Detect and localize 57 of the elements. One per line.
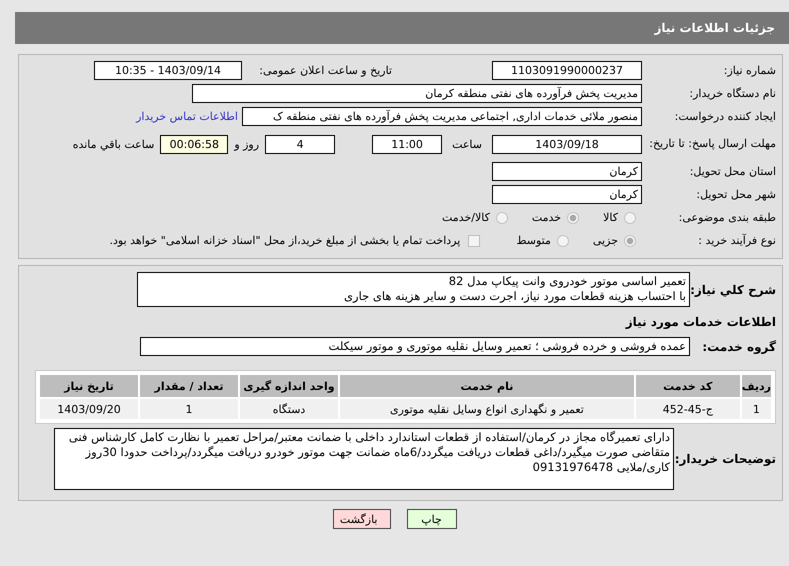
field-label: توضیحات خریدار: bbox=[674, 452, 777, 466]
print-button[interactable]: چاپ bbox=[406, 509, 456, 529]
column-header: تعداد / مقدار bbox=[140, 375, 238, 397]
radio-button[interactable] bbox=[624, 234, 636, 246]
payment-note: پرداخت تمام یا بخشی از مبلغ خرید،از محل "اسناد خزانه اسلامی" خواهد بود. bbox=[110, 234, 460, 247]
text-field[interactable]: مدیریت پخش فرآورده های نفتی منطقه کرمان bbox=[192, 84, 642, 103]
column-header: ردیف bbox=[742, 375, 771, 397]
option-label: متوسط bbox=[516, 234, 551, 247]
text-field[interactable]: 11:00 bbox=[372, 134, 442, 154]
field-label: استان محل تحویل: bbox=[688, 164, 777, 178]
radio-button[interactable] bbox=[624, 212, 636, 224]
text-field[interactable]: منصور ملائی خدمات اداری, اجتماعی مدیریت پخش فرآورده های نفتی منطقه ک bbox=[242, 107, 642, 126]
field-label: ساعت bbox=[452, 138, 482, 150]
text-field[interactable]: کرمان bbox=[492, 162, 642, 181]
field-label: شرح کلي نیاز: bbox=[690, 282, 777, 296]
table-cell: ج-45-452 bbox=[636, 399, 740, 419]
back-button[interactable]: بازگشت bbox=[332, 509, 390, 529]
field-label: نام دستگاه خریدار: bbox=[688, 86, 777, 100]
table-cell: دستگاه bbox=[240, 399, 338, 419]
field-label: شهر محل تحویل: bbox=[695, 188, 777, 202]
table-cell: 1 bbox=[742, 399, 771, 419]
service-group-field[interactable]: عمده فروشی و خرده فروشی ؛ تعمیر وسایل نقلیه موتوری و موتور سیکلت bbox=[140, 337, 690, 356]
field-label: روز و bbox=[234, 138, 260, 150]
option-label: کالا/خدمت bbox=[442, 211, 490, 224]
column-header: نام خدمت bbox=[340, 375, 634, 397]
field-label: نوع فرآیند خرید : bbox=[697, 234, 777, 248]
field-label: گروه خدمت: bbox=[701, 340, 777, 354]
checkbox[interactable] bbox=[468, 234, 480, 246]
field-label: تاریخ و ساعت اعلان عمومی: bbox=[258, 64, 392, 77]
field-label: مهلت ارسال پاسخ: تا تاریخ: bbox=[648, 137, 777, 151]
section-heading: اطلاعات خدمات مورد نیاز bbox=[624, 314, 777, 331]
field-label: ساعت باقي مانده bbox=[72, 138, 154, 150]
text-field[interactable]: 00:06:58 bbox=[160, 134, 228, 154]
page-title: جزئیات اطلاعات نیاز bbox=[15, 12, 789, 44]
text-field[interactable]: کرمان bbox=[492, 185, 642, 204]
text-field[interactable]: 4 bbox=[265, 134, 336, 154]
text-field[interactable]: 1103091990000237 bbox=[492, 61, 642, 80]
option-label: جزیی bbox=[592, 234, 618, 247]
contact-link[interactable]: اطلاعات تماس خریدار bbox=[136, 110, 238, 123]
option-label: کالا bbox=[603, 211, 618, 224]
radio-button[interactable] bbox=[496, 212, 508, 224]
table-cell: تعمیر و نگهداری انواع وسایل نقلیه موتوری bbox=[340, 399, 634, 419]
radio-button[interactable] bbox=[556, 234, 569, 246]
option-label: خدمت bbox=[532, 211, 562, 224]
radio-button[interactable] bbox=[567, 212, 580, 224]
field-label: شماره نیاز: bbox=[722, 64, 777, 78]
text-field[interactable]: 1403/09/18 bbox=[492, 134, 642, 154]
description-box[interactable]: تعمیر اساسی موتور خودروی وانت پیکاپ مدل 82 با احتساب هزینه قطعات مورد نیاز، اجرت دست و سایر هزینه های جاری bbox=[137, 272, 690, 307]
column-header: واحد اندازه گیری bbox=[240, 375, 338, 397]
field-label: ایجاد کننده درخواست: bbox=[674, 110, 777, 124]
table-cell: 1 bbox=[140, 399, 238, 419]
field-label: طبقه بندی موضوعی: bbox=[678, 210, 777, 224]
text-field[interactable]: 1403/09/14 - 10:35 bbox=[94, 61, 242, 80]
notes-box[interactable]: دارای تعمیرگاه مجاز در کرمان/استفاده از قطعات استاندارد داخلی با ضمانت معتبر/مراحل تعمیر با نظارت کامل کارشناس فنی متقاضی صورت میگیرد/داغی قطعات دریافت میگردد/6ماه ضمانت جهت موتور خودرو دریافت میگردد/پرداخت حدودا 30روز کاری/ملایی 09131976478 bbox=[54, 428, 674, 490]
column-header: کد خدمت bbox=[636, 375, 740, 397]
column-header: تاریخ نیاز bbox=[40, 375, 138, 397]
table-cell: 1403/09/20 bbox=[40, 399, 138, 419]
